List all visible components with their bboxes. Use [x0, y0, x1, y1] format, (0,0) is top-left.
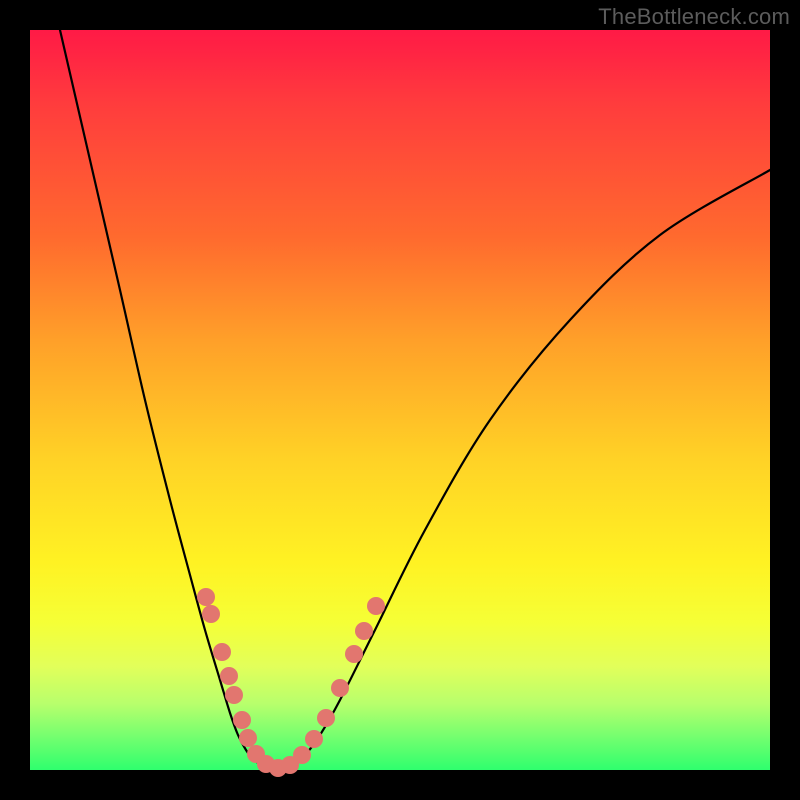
highlight-dot — [213, 643, 231, 661]
marker-group — [197, 588, 385, 777]
highlight-dot — [367, 597, 385, 615]
highlight-dot — [220, 667, 238, 685]
highlight-dot — [355, 622, 373, 640]
bottleneck-curve — [60, 30, 778, 768]
highlight-dot — [305, 730, 323, 748]
highlight-dot — [197, 588, 215, 606]
highlight-dot — [202, 605, 220, 623]
curve-group — [60, 30, 778, 768]
highlight-dot — [331, 679, 349, 697]
highlight-dot — [225, 686, 243, 704]
highlight-dot — [293, 746, 311, 764]
highlight-dot — [233, 711, 251, 729]
watermark-text: TheBottleneck.com — [598, 4, 790, 30]
highlight-dot — [239, 729, 257, 747]
plot-area — [30, 30, 770, 770]
highlight-dot — [345, 645, 363, 663]
chart-frame: TheBottleneck.com — [0, 0, 800, 800]
chart-svg — [30, 30, 770, 770]
highlight-dot — [317, 709, 335, 727]
